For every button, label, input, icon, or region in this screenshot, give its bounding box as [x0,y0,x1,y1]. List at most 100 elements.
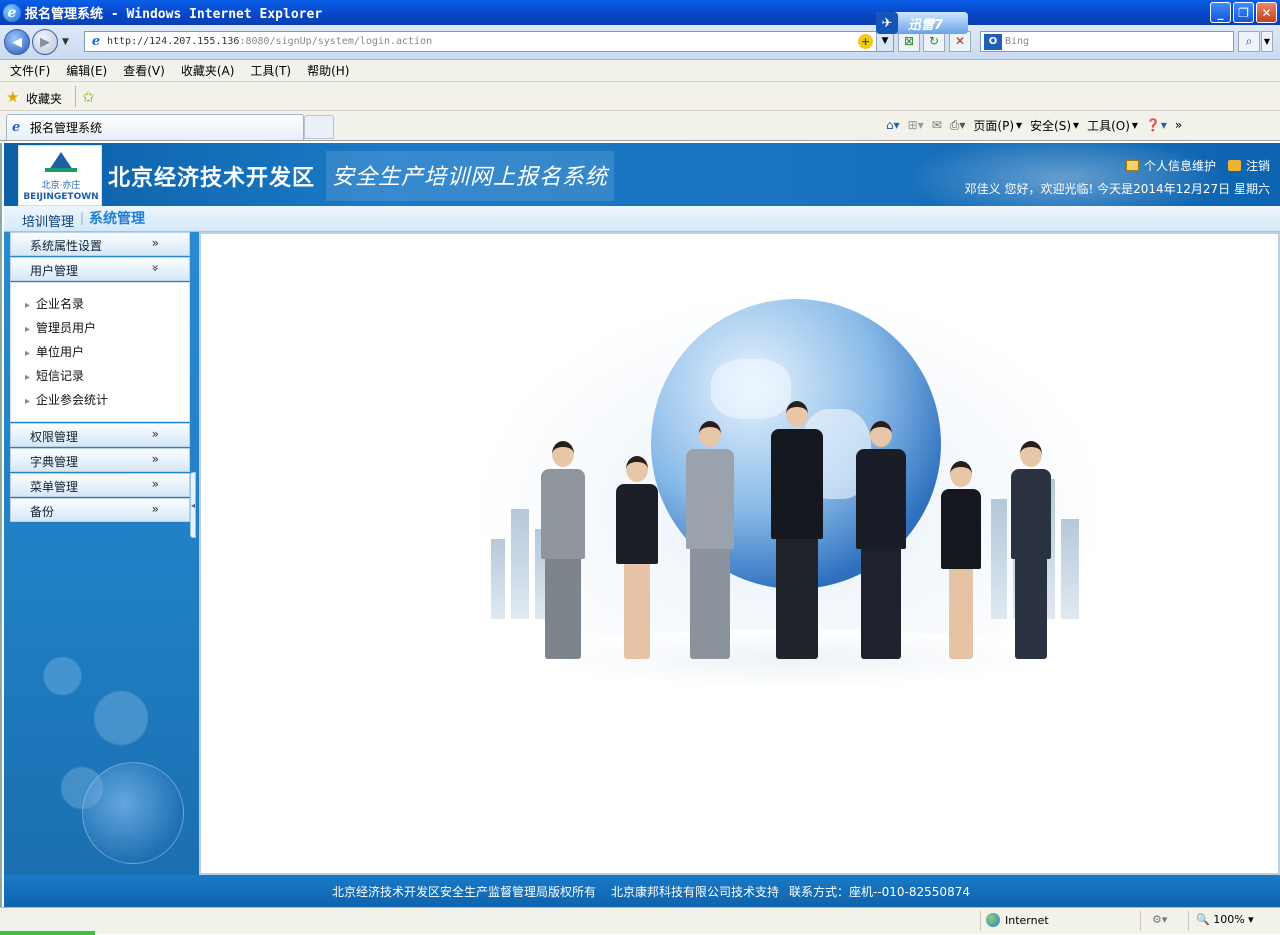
feeds-icon[interactable]: ⊞▾ [908,118,924,132]
address-url[interactable]: http://124.207.155.136:8080/signUp/syste… [107,36,432,47]
page-menu[interactable]: 页面(P) [973,117,1014,134]
footer-support: 北京康邦科技有限公司技术支持 [611,885,780,899]
window-title: 报名管理系统 - Windows Internet Explorer [25,7,323,22]
submenu-item-attendance-stats[interactable]: 企业参会统计 [25,391,108,408]
person-figure [771,401,823,659]
nav-training[interactable]: 培训管理 [22,211,74,230]
window-controls: _ ❐ ✕ [1210,2,1277,23]
logo-mark-icon [45,152,77,174]
menu-view[interactable]: 查看(V) [123,62,165,79]
refresh-button[interactable]: ↻ [923,31,945,52]
history-dropdown-icon[interactable]: ▼ [62,37,69,47]
add-favorite-icon[interactable]: ✩ [82,88,95,106]
sidebar-item-label: 备份 [30,505,55,519]
welcome-text: 邓佳义 您好，欢迎光临! 今天是2014年12月27日 星期六 [964,182,1270,196]
menu-favorites[interactable]: 收藏夹(A) [181,62,235,79]
top-nav: 培训管理 | 系统管理 [4,206,1280,232]
city-building [511,509,529,619]
submenu-item-unit-users[interactable]: 单位用户 [25,343,84,360]
zoom-icon: 🔍 [1196,913,1210,926]
double-chevron-right-icon: » [151,477,159,491]
site-logo: 北京·亦庄 BEIJINGETOWN [18,145,102,206]
home-icon[interactable]: ⌂▾ [886,118,900,132]
protected-mode-icon[interactable]: ⚙▾ [1152,913,1167,926]
window-titlebar: e 报名管理系统 - Windows Internet Explorer _ ❐… [0,0,1280,25]
load-progress-bar [0,931,95,935]
menu-tools[interactable]: 工具(T) [250,62,291,79]
logout-link[interactable]: 注销 [1246,157,1270,174]
favorites-bar: ★ 收藏夹 ✩ [0,82,1280,111]
city-building [1061,519,1079,619]
person-figure [1011,441,1051,659]
zoom-control[interactable]: 🔍 100% ▾ [1196,913,1254,926]
zoom-level: 100% [1213,913,1245,926]
rss-compat-icon[interactable]: ⊠ [898,31,920,52]
city-building [491,539,505,619]
address-bar[interactable]: e http://124.207.155.136:8080/signUp/sys… [84,31,894,52]
tools-menu[interactable]: 工具(O) [1087,117,1130,134]
menu-file[interactable]: 文件(F) [10,62,50,79]
stop-button[interactable]: ✕ [949,31,971,52]
person-figure [856,421,906,659]
address-dropdown-icon[interactable]: ▼ [876,32,893,51]
divider [980,911,981,931]
close-window-button[interactable]: ✕ [1256,2,1277,23]
xunlei-bird-icon: ✈ [876,12,898,34]
menu-bar: 文件(F) 编辑(E) 查看(V) 收藏夹(A) 工具(T) 帮助(H) [0,60,1280,82]
command-bar: ⌂▾ ⊞▾ ✉ ⎙▾ 页面(P) ▾ 安全(S) ▾ 工具(O) ▾ ❓▾ » [886,117,1183,134]
help-icon[interactable]: ❓▾ [1146,118,1167,132]
person-figure [941,461,981,659]
compat-view-icon[interactable]: + [858,34,873,49]
print-icon[interactable]: ⎙▾ [950,118,966,133]
double-chevron-down-icon: » [148,264,163,272]
menu-help[interactable]: 帮助(H) [307,62,349,79]
logout-key-icon [1227,160,1241,171]
globe-decoration [82,762,184,864]
person-figure [686,421,734,659]
sidebar-item-dictionary[interactable]: 字典管理 » [10,448,190,472]
double-chevron-right-icon: » [151,236,159,250]
xunlei-label: 迅雷7 [908,17,944,33]
sidebar-collapse-handle[interactable]: ◂ [190,472,196,538]
submenu-item-admin-users[interactable]: 管理员用户 [25,319,96,336]
search-options-icon[interactable]: ▼ [1261,31,1273,52]
tab-current[interactable]: e 报名管理系统 [6,114,304,140]
submenu-item-company-directory[interactable]: 企业名录 [25,295,84,312]
search-icon[interactable]: ⌕ [1238,31,1260,52]
sidebar-item-permissions[interactable]: 权限管理 » [10,423,190,447]
back-button[interactable]: ◀ [4,29,30,55]
forward-button[interactable]: ▶ [32,29,58,55]
person-figure [541,441,585,659]
maximize-button[interactable]: ❐ [1233,2,1254,23]
menu-edit[interactable]: 编辑(E) [66,62,107,79]
tab-ie-icon: e [12,120,21,135]
sidebar-item-system-properties[interactable]: 系统属性设置 » [10,232,190,256]
sidebar-item-label: 字典管理 [30,455,79,469]
favorites-star-icon[interactable]: ★ [6,88,19,106]
security-zone[interactable]: Internet [986,913,1049,927]
profile-link[interactable]: 个人信息维护 [1144,157,1216,174]
favorites-button[interactable]: 收藏夹 [26,90,62,107]
sidebar-item-user-management[interactable]: 用户管理 » [10,257,190,281]
footer-copyright: 北京经济技术开发区安全生产监督管理局版权所有 [332,885,597,899]
mail-icon[interactable]: ✉ [932,118,942,132]
sidebar-item-menu-management[interactable]: 菜单管理 » [10,473,190,497]
xunlei-widget[interactable]: ✈ 迅雷7 [876,12,968,34]
sidebar-item-backup[interactable]: 备份 » [10,498,190,522]
main-content [199,232,1280,875]
internet-globe-icon [986,913,1000,927]
ie-logo-icon: e [3,3,21,22]
person-figure [616,456,658,659]
safety-menu[interactable]: 安全(S) [1030,117,1071,134]
zone-label: Internet [1005,913,1049,927]
site-title-sub: 安全生产培训网上报名系统 [326,151,615,201]
chevron-right-icon[interactable]: » [1175,118,1182,132]
nav-system[interactable]: 系统管理 [89,208,145,228]
minimize-button[interactable]: _ [1210,2,1231,23]
outlook-search-icon: O [984,33,1002,50]
search-input[interactable]: O Bing [980,31,1234,52]
new-tab-button[interactable] [304,115,334,139]
submenu-item-sms-log[interactable]: 短信记录 [25,367,84,384]
city-building [991,499,1007,619]
page-ie-icon: e [91,33,101,49]
